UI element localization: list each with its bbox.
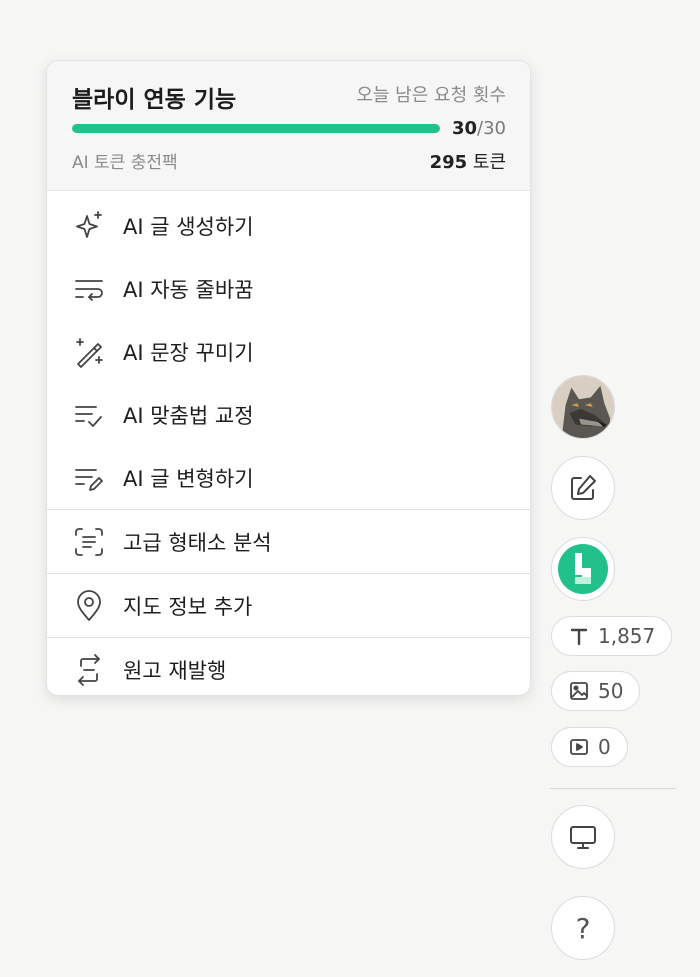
usage-used: 30 <box>451 118 478 139</box>
text-t-icon <box>570 628 588 646</box>
token-count: 295 <box>429 152 468 173</box>
image-count-badge: 50 <box>551 671 641 711</box>
map-pin-icon <box>77 589 101 621</box>
menu-item-label: 고급 형태소 분석 <box>123 530 272 555</box>
avatar[interactable] <box>551 375 615 439</box>
sidebar-divider <box>550 788 676 789</box>
usage-count: 30/30 <box>452 118 506 139</box>
menu-item-label: AI 맞춤법 교정 <box>123 403 254 428</box>
monitor-icon <box>570 826 596 849</box>
remaining-requests-label: 오늘 남은 요청 횟수 <box>356 85 506 106</box>
menu-item-morpheme-analysis[interactable]: 고급 형태소 분석 <box>47 510 530 573</box>
blai-app-button[interactable] <box>551 537 615 601</box>
token-balance: 295 토큰 <box>430 148 506 174</box>
help-question-icon: ? <box>575 911 591 945</box>
character-count-badge: 1,857 <box>551 616 673 656</box>
menu-item-label: 지도 정보 추가 <box>123 594 253 619</box>
video-icon <box>570 739 588 755</box>
usage-progress-bar <box>72 124 440 133</box>
video-count-badge: 0 <box>551 727 628 767</box>
magic-wand-icon <box>76 337 103 368</box>
usage-progress-fill <box>72 124 440 133</box>
menu-item-ai-polish[interactable]: AI 문장 꾸미기 <box>47 320 530 383</box>
menu-item-label: AI 글 변형하기 <box>123 466 254 491</box>
sparkle-icon <box>76 210 102 238</box>
menu-item-ai-generate[interactable]: AI 글 생성하기 <box>47 194 530 257</box>
menu-item-ai-spellcheck[interactable]: AI 맞춤법 교정 <box>47 383 530 446</box>
token-pack-link[interactable]: AI 토큰 충전팩 <box>72 148 178 173</box>
edit-button[interactable] <box>551 456 615 520</box>
menu-title: 블라이 연동 기능 <box>72 87 237 113</box>
menu-item-label: 원고 재발행 <box>123 658 227 683</box>
menu-item-label: AI 문장 꾸미기 <box>123 340 254 365</box>
menu-item-republish[interactable]: 원고 재발행 <box>47 638 530 695</box>
menu-item-ai-transform[interactable]: AI 글 변형하기 <box>47 446 530 509</box>
usage-total: 30 <box>483 118 506 139</box>
character-count: 1,857 <box>598 624 656 648</box>
image-icon <box>570 682 588 700</box>
scan-text-icon <box>75 527 103 556</box>
menu-item-label: AI 자동 줄바꿈 <box>123 277 254 302</box>
menu-item-label: AI 글 생성하기 <box>123 214 254 239</box>
video-count: 0 <box>598 735 611 759</box>
token-unit: 토큰 <box>467 152 506 173</box>
list-edit-icon <box>75 468 103 491</box>
help-button[interactable]: ? <box>551 896 615 960</box>
image-count: 50 <box>598 679 624 703</box>
line-wrap-icon <box>75 279 103 301</box>
edit-icon <box>571 475 596 500</box>
blai-logo-icon <box>558 544 608 594</box>
usage-header: 블라이 연동 기능 오늘 남은 요청 횟수 30/30 AI 토큰 충전팩 29… <box>47 61 530 191</box>
menu-item-add-map[interactable]: 지도 정보 추가 <box>47 574 530 637</box>
menu-item-ai-line-wrap[interactable]: AI 자동 줄바꿈 <box>47 257 530 320</box>
wolf-avatar-icon <box>552 376 614 438</box>
list-check-icon <box>75 405 102 427</box>
republish-icon <box>78 653 100 686</box>
ai-feature-menu: 블라이 연동 기능 오늘 남은 요청 횟수 30/30 AI 토큰 충전팩 29… <box>46 60 531 696</box>
preview-button[interactable] <box>551 805 615 869</box>
